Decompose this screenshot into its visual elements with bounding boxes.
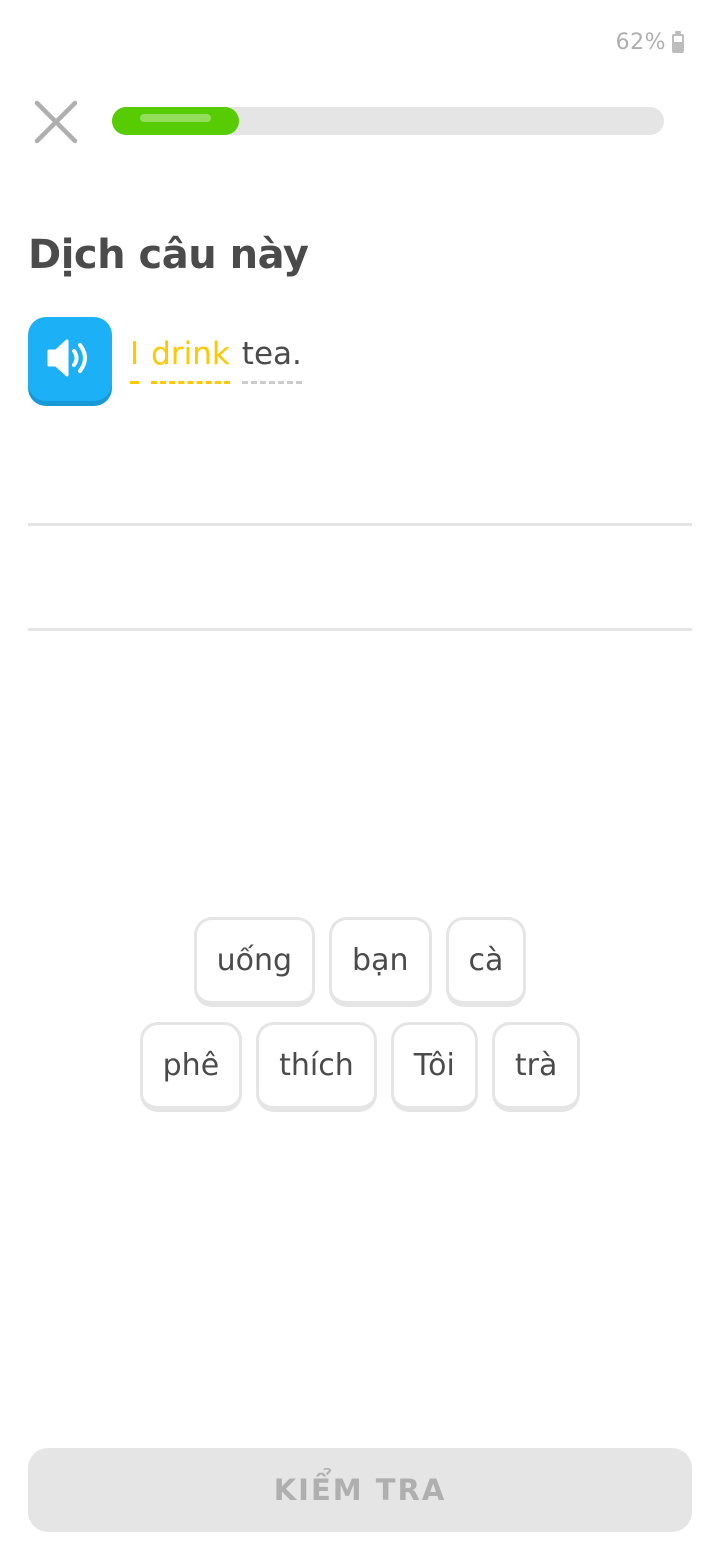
speaker-icon	[47, 339, 87, 377]
answer-line[interactable]	[28, 628, 692, 631]
close-button[interactable]	[30, 98, 82, 150]
answer-line[interactable]	[28, 523, 692, 526]
word-bank-row: phê thích Tôi trà	[0, 1022, 720, 1112]
check-button[interactable]: KIỂM TRA	[28, 1448, 692, 1532]
prompt-word[interactable]: tea.	[241, 336, 302, 384]
word-bank-row: uống bạn cà	[0, 917, 720, 1007]
prompt-word[interactable]: drink	[151, 336, 230, 384]
page-title: Dịch câu này	[28, 232, 309, 278]
prompt-sentence: I drink tea.	[130, 336, 314, 384]
battery-icon	[672, 31, 684, 53]
close-icon	[34, 100, 78, 144]
word-tile[interactable]: bạn	[329, 917, 432, 1007]
word-tile[interactable]: uống	[193, 917, 316, 1007]
status-bar: 62%	[616, 26, 684, 58]
play-audio-button[interactable]	[28, 317, 112, 401]
word-tile[interactable]: phê	[139, 1022, 243, 1112]
word-tile[interactable]: Tôi	[390, 1022, 478, 1112]
word-tile[interactable]: cà	[445, 917, 527, 1007]
prompt-word[interactable]: I	[130, 336, 140, 384]
progress-bar	[112, 107, 664, 135]
progress-fill	[112, 107, 239, 135]
battery-percentage: 62%	[615, 29, 666, 55]
word-tile[interactable]: trà	[491, 1022, 581, 1112]
word-tile[interactable]: thích	[256, 1022, 377, 1112]
